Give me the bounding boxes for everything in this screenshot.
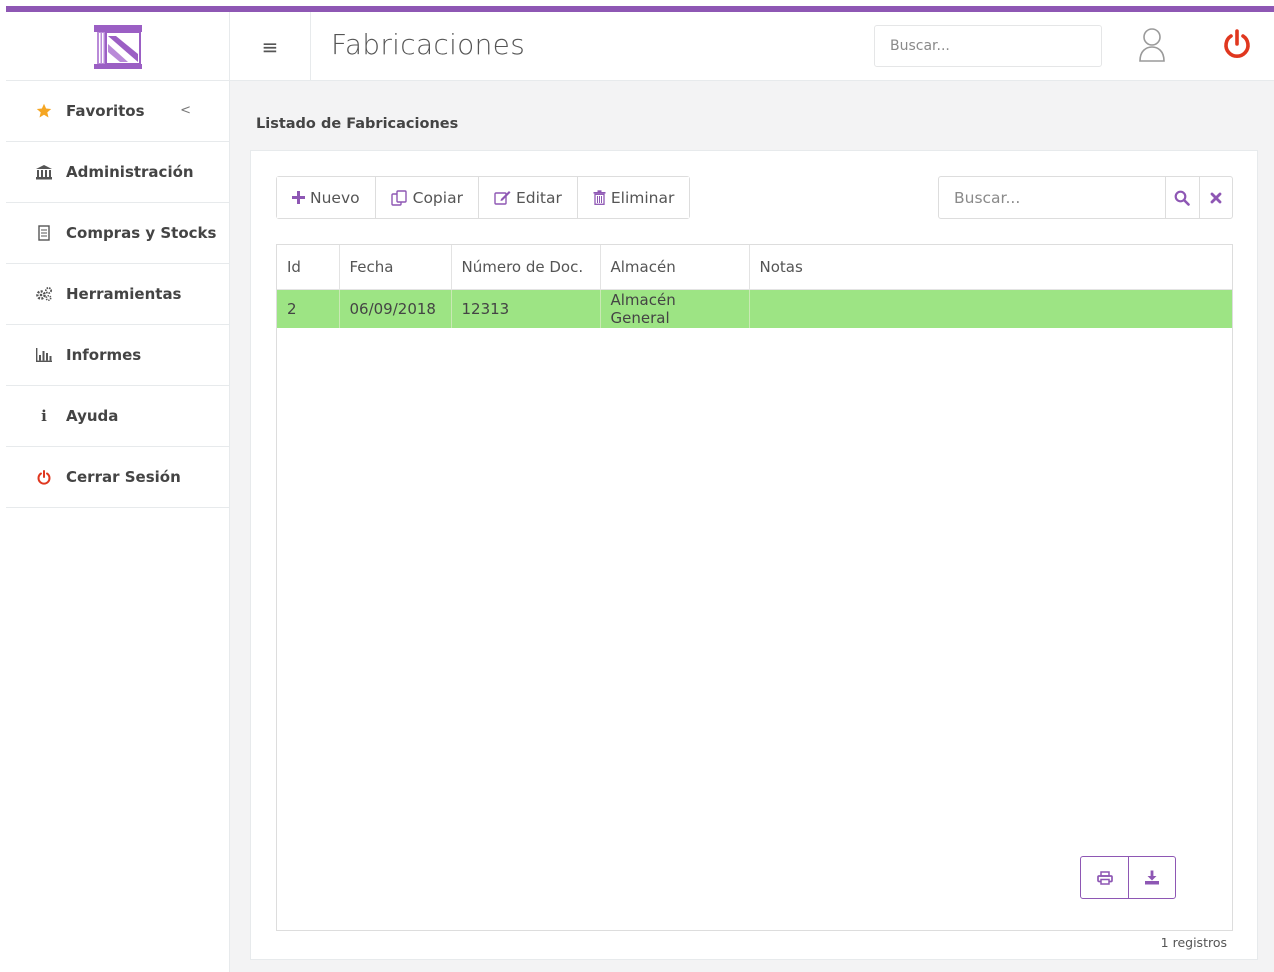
sidebar-item-compras[interactable]: Compras y Stocks — [6, 203, 229, 264]
copy-icon — [390, 189, 408, 206]
power-icon[interactable] — [1222, 29, 1252, 61]
trash-icon — [593, 190, 606, 205]
edit-icon — [494, 190, 511, 205]
star-icon — [34, 103, 54, 119]
edit-button[interactable]: Editar — [478, 177, 578, 218]
new-button-label: Nuevo — [310, 188, 360, 207]
copy-button[interactable]: Copiar — [375, 177, 479, 218]
sidebar-item-label: Favoritos — [66, 102, 145, 120]
search-button[interactable] — [1165, 177, 1199, 218]
sidebar-item-label: Herramientas — [66, 285, 182, 303]
document-icon — [34, 225, 54, 241]
sidebar-item-label: Compras y Stocks — [66, 224, 217, 242]
sidebar-item-favoritos[interactable]: Favoritos < — [6, 81, 229, 142]
header-search-input[interactable] — [874, 25, 1102, 67]
top-accent-bar — [0, 0, 1274, 12]
sidebar-item-ayuda[interactable]: i Ayuda — [6, 386, 229, 447]
bank-icon — [34, 164, 54, 180]
sidebar-item-label: Informes — [66, 346, 142, 364]
bar-chart-icon — [34, 347, 54, 363]
search-icon — [1174, 190, 1191, 206]
print-icon — [1096, 870, 1113, 885]
chevron-left-icon: < — [180, 103, 191, 118]
sidebar-item-cerrar-sesion[interactable]: Cerrar Sesión — [6, 447, 229, 508]
print-button[interactable] — [1081, 857, 1128, 898]
app-frame: ≡ Fabricaciones Favoritos < Administraci… — [6, 12, 1274, 972]
records-count: 1 registros — [1160, 935, 1227, 950]
column-header-numero-doc[interactable]: Número de Doc. — [451, 245, 601, 290]
plus-icon — [292, 191, 305, 204]
grid-search — [938, 176, 1233, 219]
close-icon — [1210, 192, 1222, 203]
grid-search-input[interactable] — [939, 177, 1165, 218]
download-icon — [1145, 870, 1159, 885]
page-title: Fabricaciones — [331, 28, 526, 61]
top-header: ≡ Fabricaciones — [6, 12, 1274, 81]
sidebar-item-label: Cerrar Sesión — [66, 468, 181, 486]
delete-button[interactable]: Eliminar — [577, 177, 690, 218]
sidebar-item-label: Administración — [66, 163, 194, 181]
edit-button-label: Editar — [515, 188, 562, 207]
table-header-row: Id Fecha Número de Doc. Almacén Notas — [277, 245, 1232, 290]
sidebar: Favoritos < Administración Compras y Sto… — [6, 81, 230, 972]
cell-id: 2 — [277, 289, 340, 328]
building-columns-logo — [93, 24, 142, 69]
cell-almacen: Almacén General — [600, 289, 750, 328]
column-header-almacen[interactable]: Almacén — [600, 245, 750, 290]
gears-icon — [34, 286, 54, 302]
toolbar: Nuevo Copiar Editar Eliminar — [276, 176, 691, 219]
cell-notas — [749, 289, 1232, 328]
table-row[interactable]: 2 06/09/2018 12313 Almacén General — [277, 289, 1232, 328]
sidebar-item-administracion[interactable]: Administración — [6, 142, 229, 203]
content-panel: Nuevo Copiar Editar Eliminar Buscar... I… — [250, 150, 1258, 960]
logo[interactable] — [6, 12, 230, 81]
column-header-fecha[interactable]: Fecha — [339, 245, 452, 290]
fabricaciones-table: Id Fecha Número de Doc. Almacén Notas 2 … — [277, 245, 1232, 328]
user-icon[interactable] — [1138, 27, 1166, 63]
cell-numero-doc: 12313 — [451, 289, 601, 328]
copy-button-label: Copiar — [412, 188, 463, 207]
power-icon — [34, 469, 54, 485]
delete-button-label: Eliminar — [610, 188, 675, 207]
info-icon: i — [41, 407, 47, 425]
column-header-id[interactable]: Id — [277, 245, 340, 290]
column-header-notas[interactable]: Notas — [749, 245, 1232, 290]
breadcrumb: Listado de Fabricaciones — [256, 116, 459, 132]
clear-search-button[interactable] — [1198, 177, 1233, 218]
new-button[interactable]: Nuevo — [277, 177, 376, 218]
cell-fecha: 06/09/2018 — [339, 289, 452, 328]
download-button[interactable] — [1128, 857, 1175, 898]
hamburger-icon[interactable]: ≡ — [230, 12, 311, 81]
sidebar-item-herramientas[interactable]: Herramientas — [6, 264, 229, 325]
sidebar-item-label: Ayuda — [66, 407, 119, 425]
export-buttons — [1080, 856, 1176, 899]
sidebar-item-informes[interactable]: Informes — [6, 325, 229, 386]
data-grid: Id Fecha Número de Doc. Almacén Notas 2 … — [276, 244, 1233, 931]
